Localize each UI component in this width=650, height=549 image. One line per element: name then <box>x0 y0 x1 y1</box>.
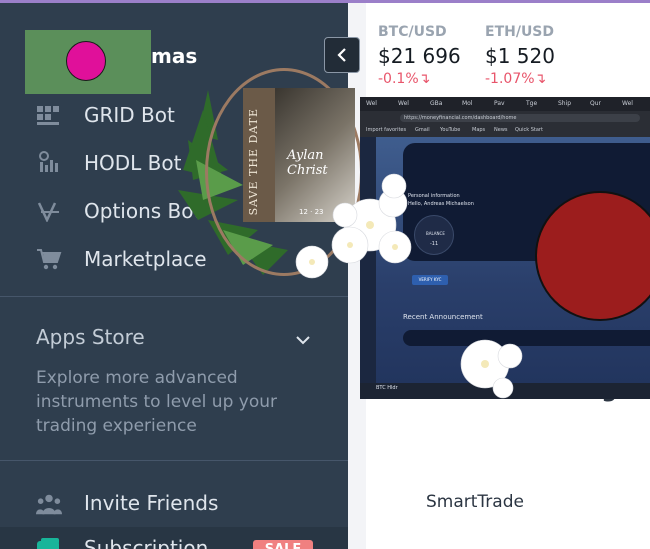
card-names: Aylan Christ <box>287 148 328 178</box>
smarttrade-link[interactable]: SmartTrade <box>426 492 524 512</box>
bookmark-item: YouTube <box>440 127 461 133</box>
bookmark-item: Import favorites <box>366 127 407 133</box>
browser-url: https://moneyfinancial.com/dashboard/hom… <box>400 114 640 122</box>
ticker-eth: ETH/USD $1 520 -1.07%↴ <box>485 24 555 87</box>
top-accent-line <box>0 0 650 3</box>
announcement-bar <box>403 330 650 346</box>
ticker-btc: BTC/USD $21 696 -0.1%↴ <box>378 24 461 87</box>
sidebar-item-label: Subscription <box>84 536 209 549</box>
ticker-pair: ETH/USD <box>485 24 555 40</box>
ticker-change: -1.07%↴ <box>485 71 547 87</box>
chevron-left-icon <box>337 48 346 62</box>
announcement-title: Recent Announcement <box>403 313 483 321</box>
browser-tab: Ship <box>558 100 572 107</box>
browser-tab: Wel <box>622 100 633 107</box>
ticker-price: $21 696 <box>378 44 461 68</box>
flower-small <box>295 245 329 279</box>
bookmark-item: Gmail <box>415 127 430 133</box>
sale-badge: SALE <box>253 540 313 549</box>
ticker-price: $1 520 <box>485 44 555 68</box>
taskbar-text: BTC Hldr <box>376 385 398 391</box>
browser-tab: Wel <box>398 100 409 107</box>
grid-icon <box>36 102 62 128</box>
browser-address-bar: https://moneyfinancial.com/dashboard/hom… <box>360 111 650 125</box>
sidebar-item-label: Invite Friends <box>84 491 219 515</box>
browser-tab: Mol <box>462 100 473 107</box>
apps-store-description: Explore more advanced instruments to lev… <box>36 368 277 436</box>
browser-tab: GBa <box>430 100 443 107</box>
browser-tab: Qur <box>590 100 601 107</box>
browser-tabs: Wel Wel GBa Mol Pav Tge Ship Qur Wel <box>360 97 650 111</box>
apps-store-title[interactable]: Apps Store <box>36 325 145 349</box>
divider <box>0 296 348 297</box>
bookmark-item: News <box>494 127 508 133</box>
card-title: SAVE THE DATE <box>247 108 260 216</box>
collapse-sidebar-button[interactable] <box>324 37 360 73</box>
sidebar-item-invite-friends[interactable]: Invite Friends <box>0 484 348 524</box>
ring-label: BALANCE <box>426 231 445 236</box>
bookmark-item: Quick Start <box>515 127 543 133</box>
card-date: 12 · 23 <box>299 208 324 216</box>
brand-name: mas <box>151 44 198 68</box>
browser-tab: Tge <box>526 100 538 107</box>
browser-bookmarks: Import favorites Gmail YouTube Maps News… <box>360 125 650 137</box>
browser-tab: Wel <box>366 100 377 107</box>
logo[interactable] <box>25 30 151 94</box>
hodl-icon <box>36 150 62 176</box>
browser-tab: Pav <box>494 100 505 107</box>
cart-icon <box>36 246 62 272</box>
logo-dot <box>66 41 106 81</box>
sidebar-item-label: GRID Bot <box>84 103 175 127</box>
bookmark-item: Maps <box>472 127 486 133</box>
users-icon <box>36 491 62 517</box>
flower-bud <box>381 173 407 199</box>
ring-value: -11 <box>430 241 439 247</box>
ticker-pair: BTC/USD <box>378 24 447 40</box>
flower-cluster-bottom <box>460 339 523 399</box>
options-icon <box>36 198 62 224</box>
sidebar-item-label: HODL Bot <box>84 151 182 175</box>
divider <box>0 460 348 461</box>
ticker-change: -0.1%↴ <box>378 71 431 87</box>
chevron-down-icon[interactable] <box>295 330 311 349</box>
subscription-icon <box>36 536 62 549</box>
